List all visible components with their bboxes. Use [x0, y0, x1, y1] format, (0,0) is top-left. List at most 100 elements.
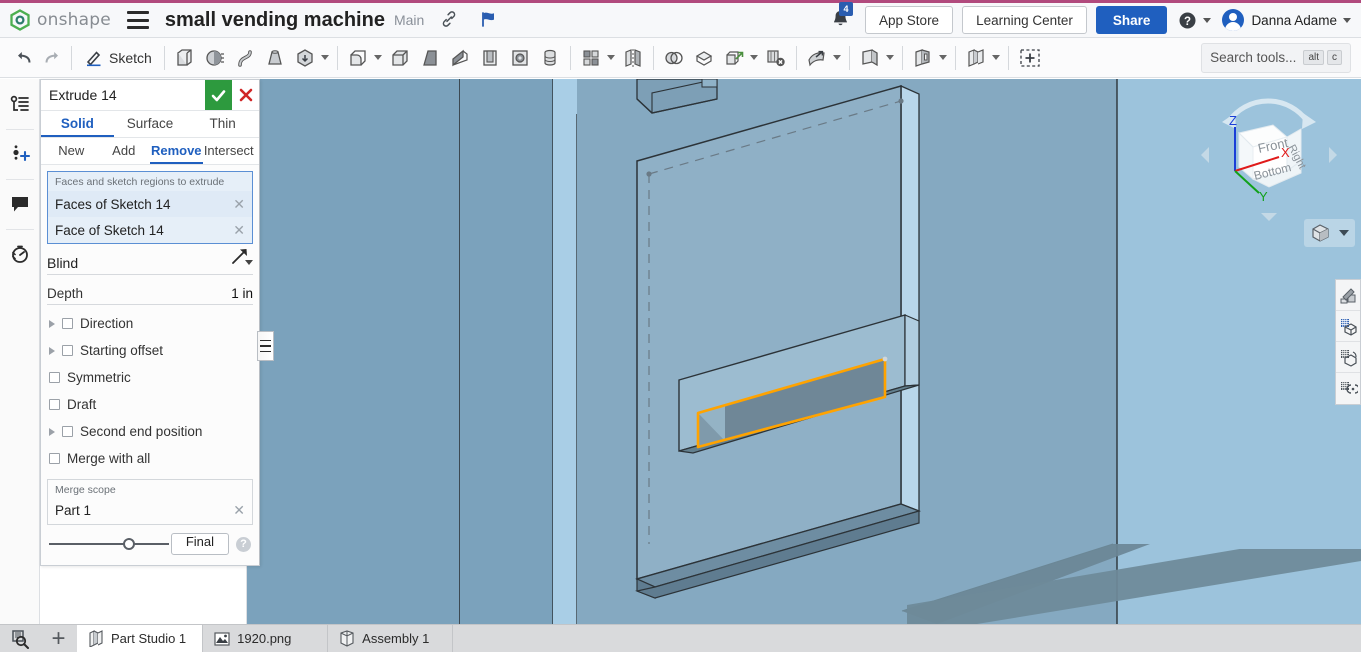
tab-intersect[interactable]: Intersect	[203, 138, 256, 164]
render-view-button[interactable]	[1336, 342, 1360, 373]
plane-tool-button[interactable]	[855, 42, 885, 74]
hole-tool-button[interactable]	[505, 42, 535, 74]
option-merge-with-all[interactable]: Merge with all	[41, 445, 259, 472]
option-draft[interactable]: Draft	[41, 391, 259, 418]
remove-merge-scope-icon[interactable]: ✕	[233, 503, 245, 517]
document-title[interactable]: small vending machine	[165, 9, 385, 32]
depth-field[interactable]: Depth 1 in	[47, 283, 253, 305]
chevron-right-icon[interactable]	[49, 319, 55, 328]
draft-checkbox[interactable]	[49, 399, 60, 410]
option-starting-offset[interactable]: Starting offset	[41, 337, 259, 364]
help-menu[interactable]: ?	[1178, 11, 1212, 30]
chevron-down-icon[interactable]	[1203, 17, 1212, 23]
option-symmetric[interactable]: Symmetric	[41, 364, 259, 391]
notifications-bell-icon[interactable]: 4	[830, 2, 854, 32]
draft-tool-button[interactable]	[415, 42, 445, 74]
shell-tool-button[interactable]	[475, 42, 505, 74]
help-circle-icon[interactable]: ?	[236, 536, 251, 552]
option-second-end-position[interactable]: Second end position	[41, 418, 259, 445]
end-condition-dropdown[interactable]: Blind	[47, 251, 253, 275]
delete-face-tool-button[interactable]	[761, 42, 791, 74]
tab-add[interactable]: Add	[98, 138, 151, 164]
main-menu-icon[interactable]	[126, 11, 149, 29]
linear-pattern-tool-button[interactable]	[576, 42, 606, 74]
onshape-logo-icon[interactable]	[9, 9, 31, 31]
history-button[interactable]	[5, 237, 35, 271]
dialog-title[interactable]: Extrude 14	[41, 87, 205, 103]
chevron-right-icon[interactable]	[49, 427, 55, 436]
share-button[interactable]: Share	[1095, 6, 1168, 34]
tab-part-studio-1[interactable]: Part Studio 1	[77, 625, 204, 652]
zoom-to-fit-button[interactable]	[0, 625, 40, 652]
learning-center-button[interactable]: Learning Center	[962, 6, 1087, 34]
chevron-down-icon[interactable]	[749, 55, 758, 60]
remove-selection-icon[interactable]: ✕	[233, 197, 245, 211]
display-style-button[interactable]	[1336, 280, 1360, 311]
chevron-down-icon[interactable]	[320, 55, 329, 60]
sweep-tool-button[interactable]	[230, 42, 260, 74]
chevron-down-icon[interactable]	[1343, 17, 1351, 23]
option-direction[interactable]: Direction	[41, 310, 259, 337]
feature-list-button[interactable]	[5, 87, 35, 121]
comments-button[interactable]	[5, 187, 35, 221]
revolve-tool-button[interactable]	[200, 42, 230, 74]
derive-tool-button[interactable]	[908, 42, 938, 74]
remove-selection-icon[interactable]: ✕	[233, 223, 245, 237]
chevron-down-icon[interactable]	[1339, 230, 1349, 236]
direction-checkbox[interactable]	[62, 318, 73, 329]
selection-item[interactable]: Face of Sketch 14 ✕	[48, 217, 252, 243]
sketch-button[interactable]: Sketch	[77, 48, 159, 67]
tab-solid[interactable]: Solid	[41, 111, 114, 137]
measure-button[interactable]	[1336, 373, 1360, 404]
extrude-tool-button[interactable]	[170, 42, 200, 74]
chevron-down-icon[interactable]	[885, 55, 894, 60]
split-tool-button[interactable]	[689, 42, 719, 74]
selection-item[interactable]: Faces of Sketch 14 ✕	[48, 191, 252, 217]
app-store-button[interactable]: App Store	[865, 6, 954, 34]
tab-1920-png[interactable]: 1920.png	[203, 625, 329, 652]
cancel-button[interactable]	[232, 80, 259, 110]
flag-icon[interactable]	[480, 10, 499, 31]
transform-tool-button[interactable]	[719, 42, 749, 74]
3d-viewport[interactable]: Front Right Bottom Z X Y	[247, 79, 1361, 624]
confirm-button[interactable]	[205, 80, 232, 110]
link-icon[interactable]	[440, 10, 458, 31]
redo-button[interactable]	[38, 42, 66, 74]
chevron-down-icon[interactable]	[606, 55, 615, 60]
add-tab-button[interactable]: +	[40, 625, 77, 652]
tab-assembly-1[interactable]: Assembly 1	[328, 625, 454, 652]
add-variable-button[interactable]	[5, 137, 35, 171]
chamfer-tool-button[interactable]	[385, 42, 415, 74]
branch-label[interactable]: Main	[394, 12, 424, 28]
final-button[interactable]: Final	[170, 533, 229, 555]
thread-tool-button[interactable]	[535, 42, 565, 74]
undo-button[interactable]	[10, 42, 38, 74]
chevron-down-icon[interactable]	[938, 55, 947, 60]
section-view-button[interactable]	[1336, 311, 1360, 342]
view-style-menu[interactable]	[1304, 219, 1355, 247]
chevron-down-icon[interactable]	[373, 55, 382, 60]
tab-remove[interactable]: Remove	[150, 138, 203, 164]
selection-list[interactable]: Faces and sketch regions to extrude Face…	[47, 171, 253, 244]
merge-scope-item[interactable]: Part 1 ✕	[48, 498, 252, 522]
search-tools-input[interactable]: Search tools... alt c	[1201, 42, 1351, 73]
insert-tool-button[interactable]	[1014, 42, 1046, 74]
boolean-tool-button[interactable]	[659, 42, 689, 74]
move-face-tool-button[interactable]	[802, 42, 832, 74]
tab-surface[interactable]: Surface	[114, 111, 187, 137]
fillet-tool-button[interactable]	[343, 42, 373, 74]
flip-direction-button[interactable]	[230, 246, 250, 266]
slider-knob[interactable]	[123, 538, 135, 550]
chevron-right-icon[interactable]	[49, 346, 55, 355]
merge-with-all-checkbox[interactable]	[49, 453, 60, 464]
preview-slider[interactable]	[49, 537, 169, 551]
mirror-tool-button[interactable]	[618, 42, 648, 74]
tab-new[interactable]: New	[45, 138, 98, 164]
chevron-down-icon[interactable]	[832, 55, 841, 60]
user-account-menu[interactable]: Danna Adame	[1222, 9, 1351, 31]
view-cube[interactable]: Front Right Bottom Z X Y	[1199, 95, 1339, 225]
merge-scope-list[interactable]: Merge scope Part 1 ✕	[47, 479, 253, 525]
panel-resize-handle[interactable]	[257, 331, 274, 361]
tab-thin[interactable]: Thin	[186, 111, 259, 137]
starting-offset-checkbox[interactable]	[62, 345, 73, 356]
